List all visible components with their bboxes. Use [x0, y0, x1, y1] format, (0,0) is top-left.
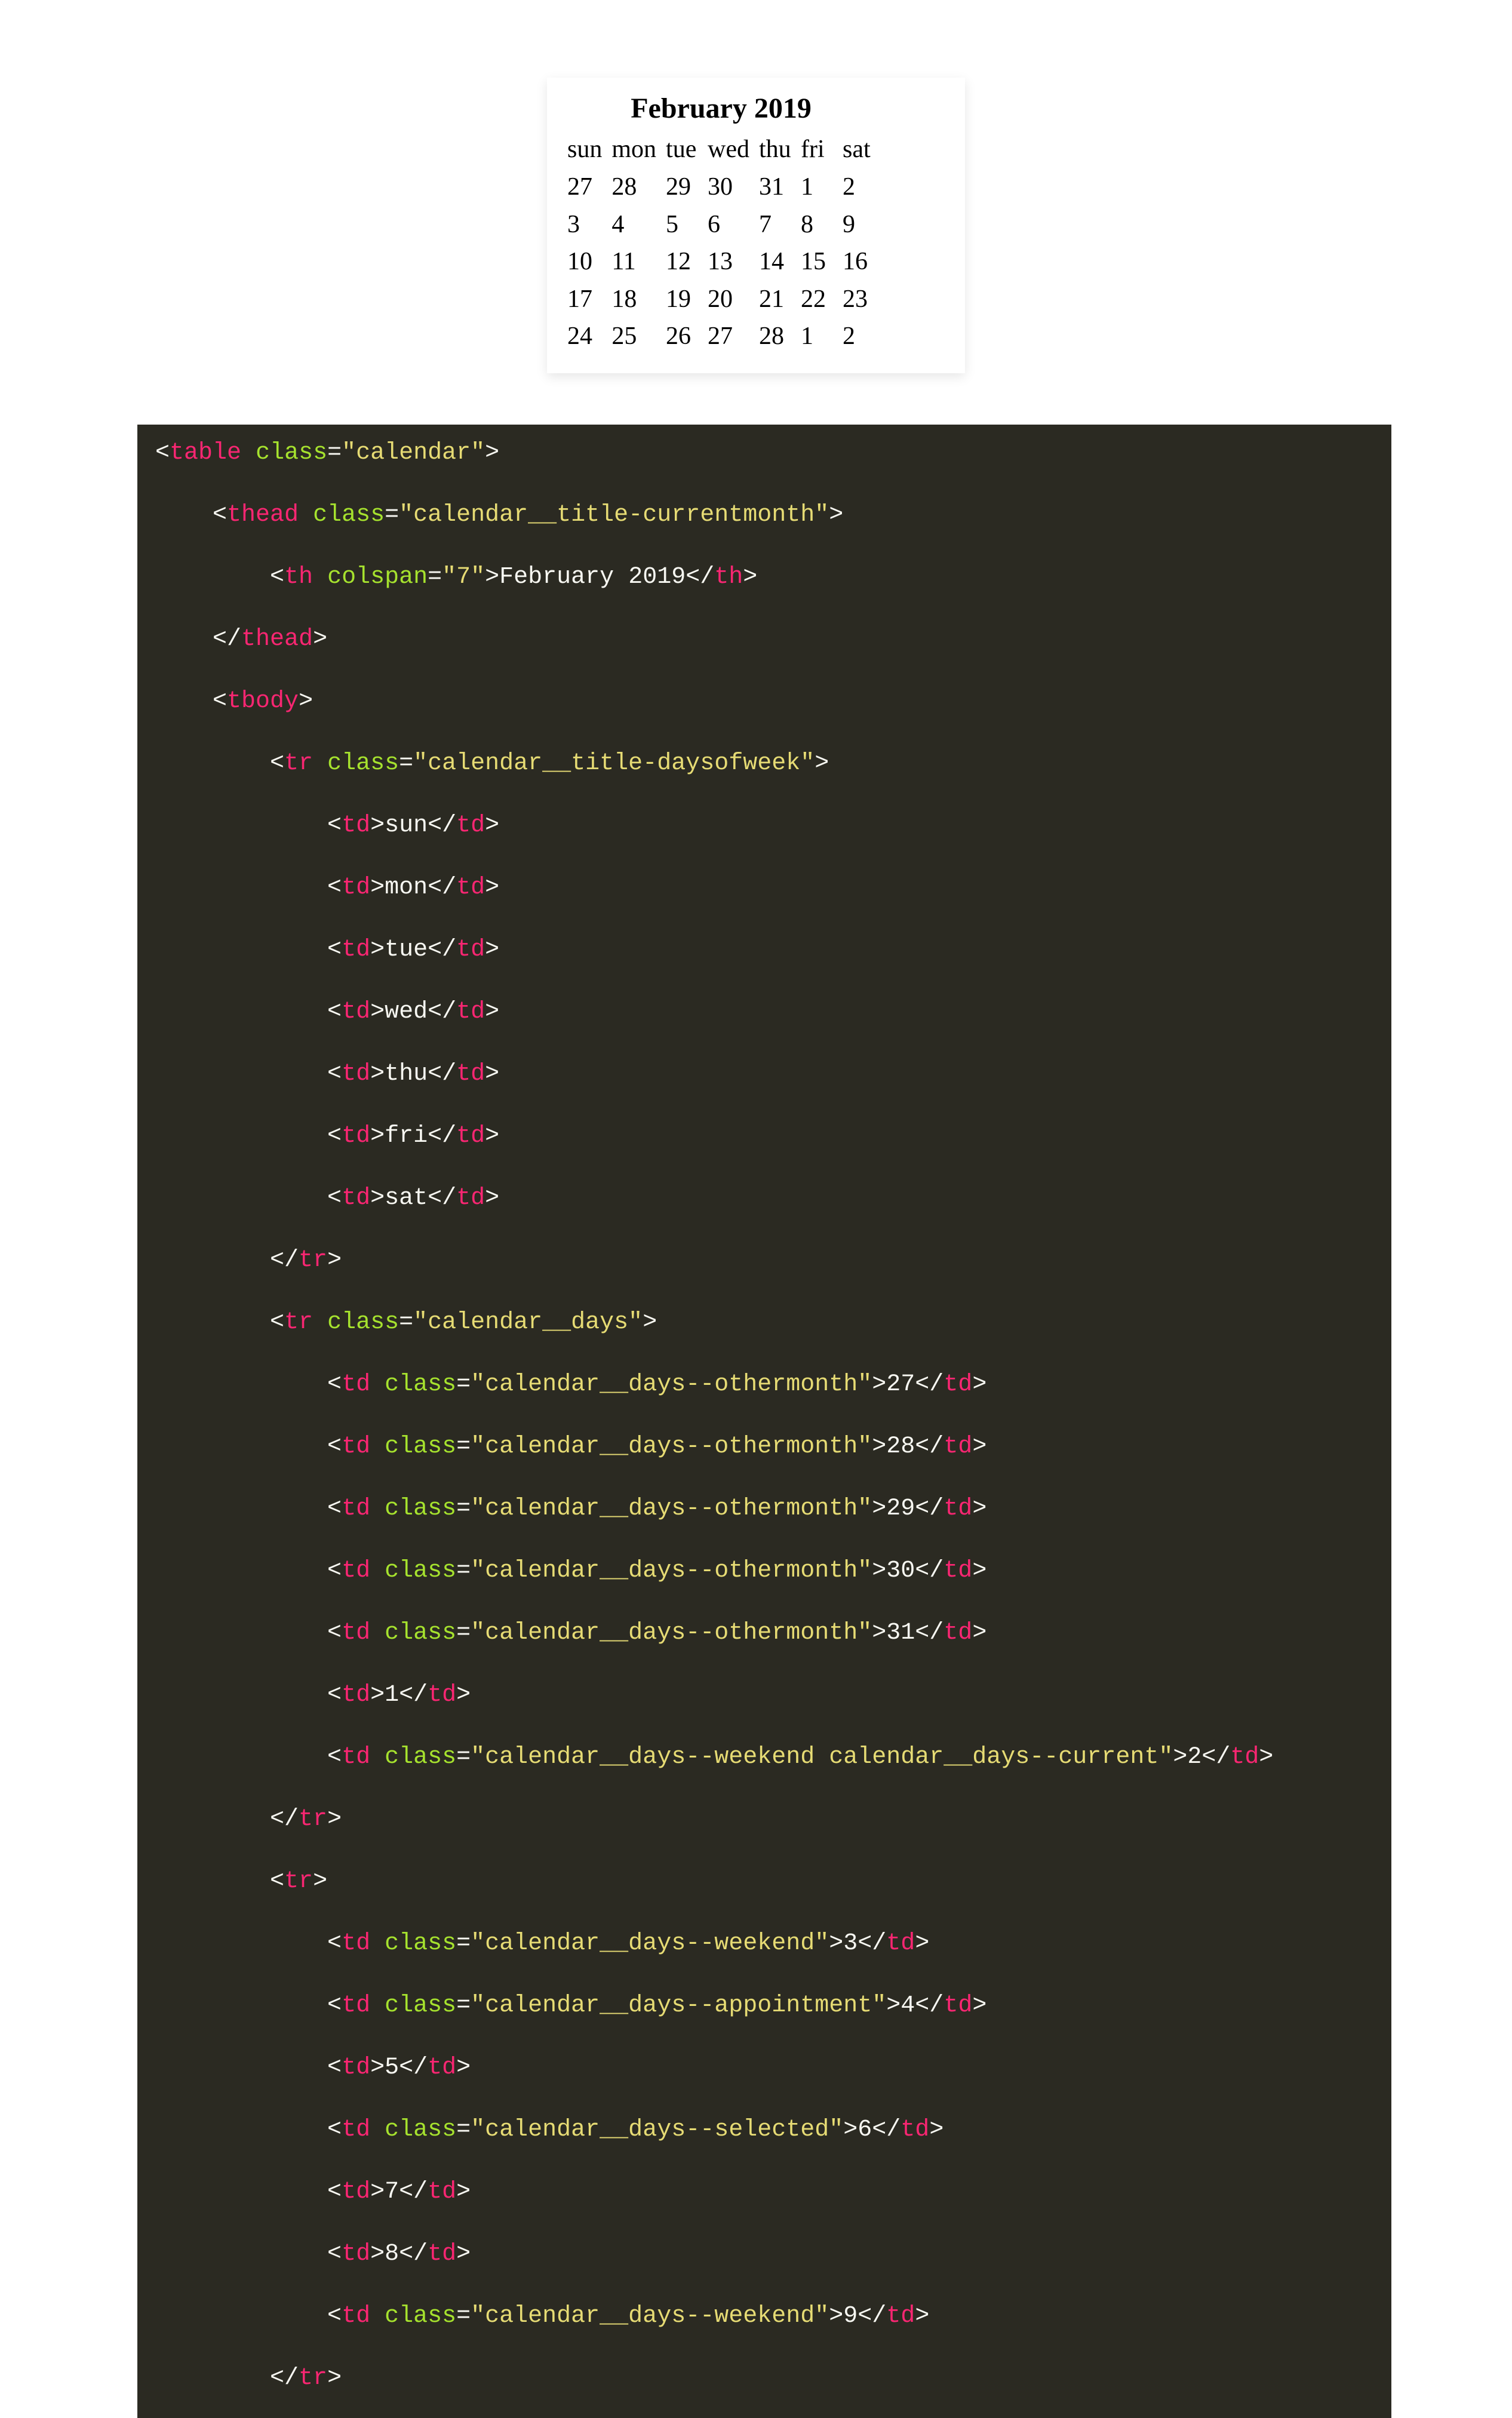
calendar-day-cell: 6 — [703, 206, 754, 244]
calendar-day-cell: 24 — [563, 318, 607, 355]
calendar-day-cell: 11 — [607, 243, 661, 281]
calendar-day-cell: 23 — [838, 281, 880, 318]
calendar-day-cell: 4 — [607, 206, 661, 244]
calendar-week-row: 10 11 12 13 14 15 16 — [563, 243, 880, 281]
calendar-day-cell: 30 — [703, 168, 754, 206]
calendar-table: February 2019 sun mon tue wed thu fri sa… — [563, 90, 880, 355]
code-block[interactable]: <table class="calendar"> <thead class="c… — [137, 425, 1391, 2418]
calendar-dow-cell: fri — [796, 131, 838, 168]
calendar-day-cell: 27 — [703, 318, 754, 355]
calendar-day-cell: 28 — [754, 318, 796, 355]
calendar-day-cell: 2 — [838, 168, 880, 206]
calendar-day-cell: 27 — [563, 168, 607, 206]
calendar-dow-row: sun mon tue wed thu fri sat — [563, 131, 880, 168]
calendar-title: February 2019 — [563, 90, 880, 131]
calendar-day-cell: 29 — [661, 168, 703, 206]
calendar-day-cell: 2 — [838, 318, 880, 355]
calendar-day-cell: 17 — [563, 281, 607, 318]
calendar-day-cell: 26 — [661, 318, 703, 355]
calendar-day-cell: 19 — [661, 281, 703, 318]
calendar-dow-cell: mon — [607, 131, 661, 168]
calendar-day-cell: 20 — [703, 281, 754, 318]
calendar-day-cell: 15 — [796, 243, 838, 281]
calendar-day-cell: 8 — [796, 206, 838, 244]
calendar-day-cell: 9 — [838, 206, 880, 244]
calendar-dow-cell: thu — [754, 131, 796, 168]
calendar-day-cell: 25 — [607, 318, 661, 355]
calendar-preview-card: February 2019 sun mon tue wed thu fri sa… — [547, 78, 965, 373]
calendar-day-cell: 7 — [754, 206, 796, 244]
calendar-day-cell: 10 — [563, 243, 607, 281]
calendar-day-cell: 16 — [838, 243, 880, 281]
calendar-day-cell: 14 — [754, 243, 796, 281]
calendar-day-cell: 18 — [607, 281, 661, 318]
calendar-day-cell: 5 — [661, 206, 703, 244]
calendar-dow-cell: wed — [703, 131, 754, 168]
calendar-day-cell: 1 — [796, 168, 838, 206]
calendar-dow-cell: sat — [838, 131, 880, 168]
calendar-dow-cell: sun — [563, 131, 607, 168]
calendar-day-cell: 1 — [796, 318, 838, 355]
calendar-day-cell: 12 — [661, 243, 703, 281]
calendar-dow-cell: tue — [661, 131, 703, 168]
calendar-week-row: 3 4 5 6 7 8 9 — [563, 206, 880, 244]
calendar-week-row: 17 18 19 20 21 22 23 — [563, 281, 880, 318]
calendar-week-row: 24 25 26 27 28 1 2 — [563, 318, 880, 355]
calendar-day-cell: 28 — [607, 168, 661, 206]
calendar-body: sun mon tue wed thu fri sat 27 28 29 30 … — [563, 131, 880, 355]
calendar-day-cell: 22 — [796, 281, 838, 318]
calendar-day-cell: 13 — [703, 243, 754, 281]
calendar-day-cell: 21 — [754, 281, 796, 318]
calendar-day-cell: 31 — [754, 168, 796, 206]
calendar-day-cell: 3 — [563, 206, 607, 244]
calendar-week-row: 27 28 29 30 31 1 2 — [563, 168, 880, 206]
